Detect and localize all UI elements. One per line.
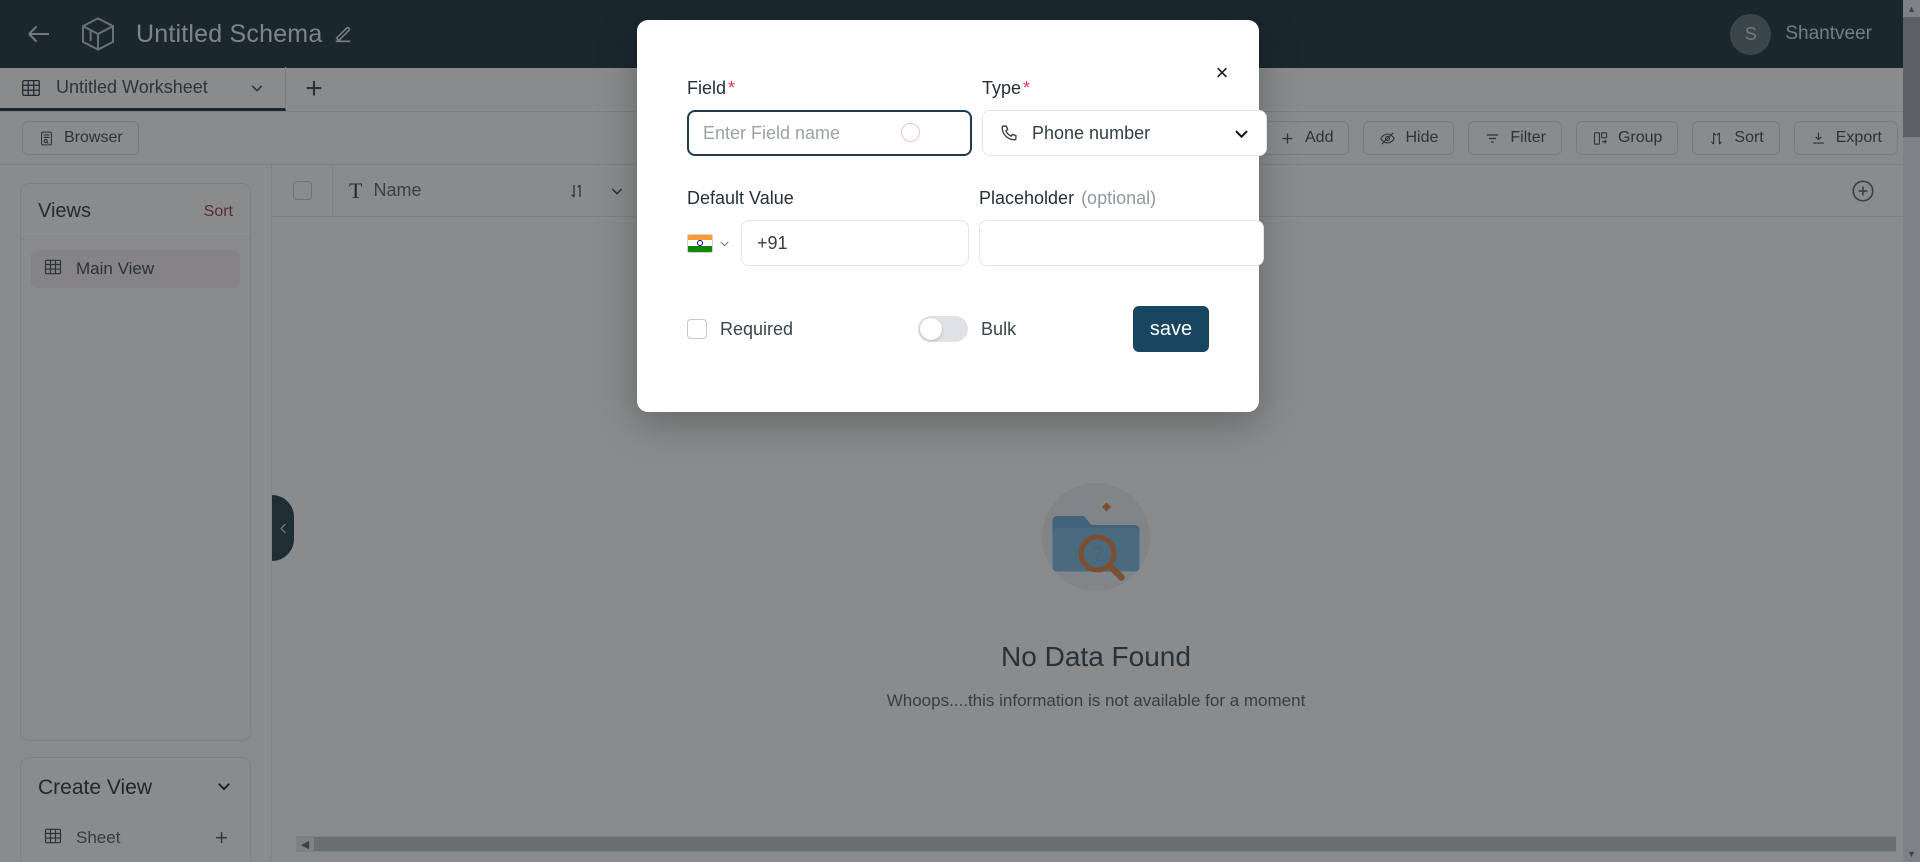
optional-note: (optional) — [1081, 188, 1157, 208]
field-type-group: Type * Phone number — [982, 78, 1267, 156]
type-label-text: Type — [982, 78, 1022, 98]
field-label: Field * — [687, 78, 972, 99]
modal-row-field-type: Field * Type * Phon — [687, 20, 1267, 156]
add-field-modal: × Field * Type * — [637, 20, 1267, 412]
field-label-text: Field — [687, 78, 727, 98]
toggle-knob — [920, 318, 943, 340]
required-group[interactable]: Required — [687, 319, 793, 340]
field-input-wrap — [687, 110, 972, 156]
country-code-select[interactable] — [687, 233, 731, 253]
required-label: Required — [720, 318, 794, 339]
required-asterisk: * — [728, 78, 736, 98]
field-name-input[interactable] — [687, 110, 972, 156]
placeholder-group: Placeholder (optional) — [979, 188, 1264, 266]
field-name-group: Field * — [687, 78, 972, 156]
default-value-label-text: Default Value — [687, 188, 794, 208]
default-value-label: Default Value — [687, 188, 969, 209]
loading-spinner-icon — [901, 123, 920, 142]
field-type-select[interactable]: Phone number — [982, 110, 1267, 156]
chevron-down-icon[interactable] — [718, 237, 731, 250]
default-value-input[interactable] — [741, 220, 969, 266]
required-checkbox[interactable] — [687, 319, 707, 339]
bulk-toggle[interactable] — [918, 316, 969, 342]
close-icon[interactable]: × — [1209, 60, 1235, 86]
india-flag-icon — [687, 233, 713, 253]
placeholder-label: Placeholder (optional) — [979, 188, 1264, 209]
placeholder-input[interactable] — [979, 220, 1264, 266]
phone-icon — [998, 123, 1019, 144]
required-asterisk: * — [1023, 78, 1031, 98]
default-value-wrap — [687, 220, 969, 266]
modal-row-default-placeholder: Default Value Placeholde — [687, 188, 1264, 266]
modal-row-options: Required Bulk save — [687, 306, 1209, 352]
app-root: Untitled Schema S Shantveer Un — [0, 0, 1920, 862]
bulk-group[interactable]: Bulk — [918, 316, 1016, 342]
placeholder-label-text: Placeholder — [979, 188, 1075, 208]
chevron-down-icon[interactable] — [1232, 124, 1251, 143]
default-value-group: Default Value — [687, 188, 969, 266]
field-type-value: Phone number — [1032, 122, 1151, 143]
save-button[interactable]: save — [1133, 306, 1209, 352]
bulk-label: Bulk — [981, 318, 1017, 339]
